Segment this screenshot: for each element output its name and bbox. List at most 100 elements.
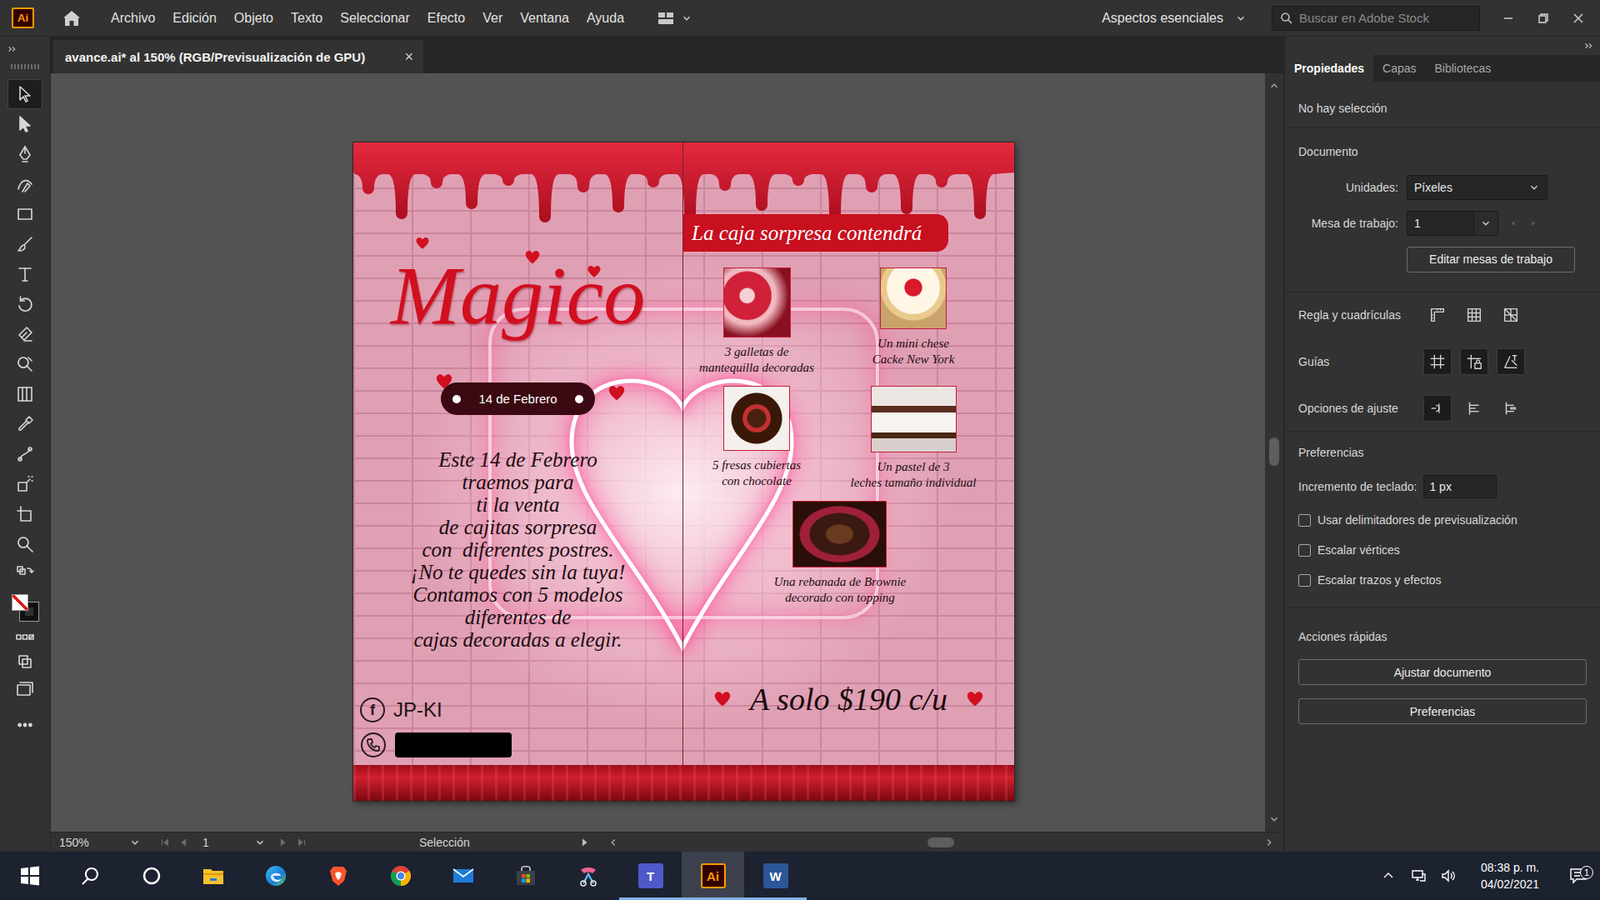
checkbox[interactable] <box>1298 544 1311 557</box>
document-tab[interactable]: avance.ai* al 150% (RGB/Previsualización… <box>53 40 424 74</box>
rulers-button[interactable] <box>1423 301 1452 329</box>
guides-button[interactable] <box>1423 348 1452 375</box>
snap-grid-button[interactable] <box>1460 395 1489 422</box>
scroll-right-icon[interactable] <box>1263 836 1275 849</box>
notifications-button[interactable]: 1 <box>1556 865 1600 886</box>
transparency-grid-button[interactable] <box>1496 301 1525 329</box>
panel-tab[interactable]: Propiedades <box>1285 55 1374 82</box>
zoom-tool[interactable] <box>7 529 43 560</box>
screen-mode-tool[interactable] <box>7 674 43 705</box>
menu-item[interactable]: Efecto <box>427 7 465 30</box>
puppet-warp-tool[interactable] <box>7 439 43 470</box>
next-icon[interactable] <box>1528 218 1539 229</box>
swap-colors-tool[interactable] <box>7 559 43 590</box>
quick-action-button[interactable]: Preferencias <box>1298 698 1587 725</box>
snap-point-button[interactable] <box>1423 395 1452 422</box>
scroll-thumb[interactable] <box>927 837 955 848</box>
rotate-tool[interactable] <box>7 289 43 320</box>
workspace-switcher[interactable]: Aspectos esenciales <box>1101 10 1247 26</box>
volume-icon[interactable] <box>1440 867 1457 885</box>
shape-builder-tool[interactable] <box>7 349 43 380</box>
teams-taskbar-button[interactable]: T <box>619 851 682 900</box>
scroll-up-icon[interactable] <box>1268 80 1280 92</box>
keyboard-increment-field[interactable]: 1 px <box>1423 475 1497 499</box>
canvas[interactable]: Magico14 de FebreroEste 14 de Febrerotra… <box>50 73 1265 832</box>
previous-icon[interactable] <box>1508 218 1519 229</box>
collapse-button[interactable] <box>1285 36 1600 55</box>
artboard-tool[interactable] <box>7 499 43 530</box>
close-button[interactable] <box>1560 4 1596 33</box>
minimize-button[interactable] <box>1490 4 1526 33</box>
scroll-down-icon[interactable] <box>1268 813 1280 825</box>
first-artboard-icon[interactable] <box>159 836 171 849</box>
symbol-sprayer-tool[interactable] <box>7 469 43 500</box>
store-taskbar-button[interactable] <box>494 851 557 900</box>
edit-artboards-button[interactable]: Editar mesas de trabajo <box>1406 246 1575 273</box>
artboard-field[interactable]: 1 <box>199 835 266 850</box>
quick-action-button[interactable]: Ajustar documento <box>1298 659 1587 685</box>
scroll-track[interactable] <box>1269 91 1280 814</box>
pen-tool[interactable] <box>7 139 43 170</box>
artboard-dropdown[interactable]: 1 <box>1406 210 1499 236</box>
restore-button[interactable] <box>1525 4 1561 33</box>
menu-item[interactable]: Edición <box>172 7 216 30</box>
checkbox-row[interactable]: Escalar trazos y efectos <box>1298 570 1587 590</box>
menu-item[interactable]: Ayuda <box>586 7 625 30</box>
collapse-button[interactable] <box>0 36 50 62</box>
chevron-up-icon[interactable] <box>1380 867 1397 885</box>
smart-guides-button[interactable] <box>1496 348 1525 375</box>
more-tool[interactable] <box>7 704 43 746</box>
status-menu-icon[interactable] <box>579 836 591 849</box>
color-modes-tool[interactable] <box>7 625 43 650</box>
grid-button[interactable] <box>1460 301 1489 329</box>
panel-grip[interactable] <box>10 64 40 70</box>
last-artboard-icon[interactable] <box>295 836 308 849</box>
search-taskbar-button[interactable] <box>60 851 121 900</box>
checkbox-row[interactable]: Escalar vértices <box>1298 540 1587 560</box>
mail-taskbar-button[interactable] <box>431 851 495 900</box>
fill-stroke-tool[interactable] <box>7 589 43 626</box>
word-taskbar-button[interactable]: W <box>744 851 807 900</box>
explorer-taskbar-button[interactable] <box>181 851 245 900</box>
zoom-field[interactable]: 150% <box>59 835 141 850</box>
gradient-tool[interactable] <box>7 379 43 410</box>
stock-search-field[interactable]: Buscar en Adobe Stock <box>1271 5 1480 31</box>
vertical-scrollbar[interactable] <box>1265 73 1284 832</box>
units-dropdown[interactable]: Píxeles <box>1406 175 1548 200</box>
brave-taskbar-button[interactable] <box>306 851 370 900</box>
fill-swatch[interactable] <box>11 594 29 611</box>
arrange-documents-button[interactable] <box>655 8 693 29</box>
menu-item[interactable]: Texto <box>290 7 323 30</box>
illustrator-taskbar-button[interactable]: Ai <box>681 851 745 900</box>
scroll-thumb[interactable] <box>1269 437 1280 466</box>
checkbox[interactable] <box>1298 574 1311 587</box>
horizontal-scrollbar[interactable] <box>594 836 1284 849</box>
scroll-track[interactable] <box>619 837 1264 848</box>
artboard[interactable]: Magico14 de FebreroEste 14 de Febrerotra… <box>353 142 1015 801</box>
dropdown-button[interactable] <box>1473 211 1498 235</box>
checkbox-row[interactable]: Usar delimitadores de previsualización <box>1298 510 1587 530</box>
network-icon[interactable] <box>1410 867 1427 885</box>
curvature-tool[interactable] <box>7 169 43 200</box>
eyedropper-tool[interactable] <box>7 409 43 440</box>
previous-artboard-icon[interactable] <box>177 836 190 849</box>
draw-mode-tool[interactable] <box>7 649 43 675</box>
rectangle-tool[interactable] <box>7 199 43 230</box>
type-tool[interactable] <box>7 259 43 290</box>
home-icon[interactable] <box>61 8 82 29</box>
lock-guides-button[interactable] <box>1460 348 1489 375</box>
edge-taskbar-button[interactable] <box>244 851 307 900</box>
menu-item[interactable]: Ver <box>482 7 503 30</box>
clock[interactable]: 08:38 p. m.04/02/2021 <box>1463 859 1557 893</box>
checkbox[interactable] <box>1298 514 1311 527</box>
eraser-tool[interactable] <box>7 319 43 350</box>
direct-selection-tool[interactable] <box>7 109 43 140</box>
panel-tab[interactable]: Capas <box>1373 55 1425 82</box>
snip-taskbar-button[interactable] <box>556 851 620 900</box>
paintbrush-tool[interactable] <box>7 229 43 260</box>
menu-item[interactable]: Ventana <box>520 7 570 30</box>
cortana-taskbar-button[interactable] <box>120 851 182 900</box>
chrome-taskbar-button[interactable] <box>369 851 432 900</box>
menu-item[interactable]: Objeto <box>234 7 274 30</box>
selection-tool[interactable] <box>7 79 43 110</box>
